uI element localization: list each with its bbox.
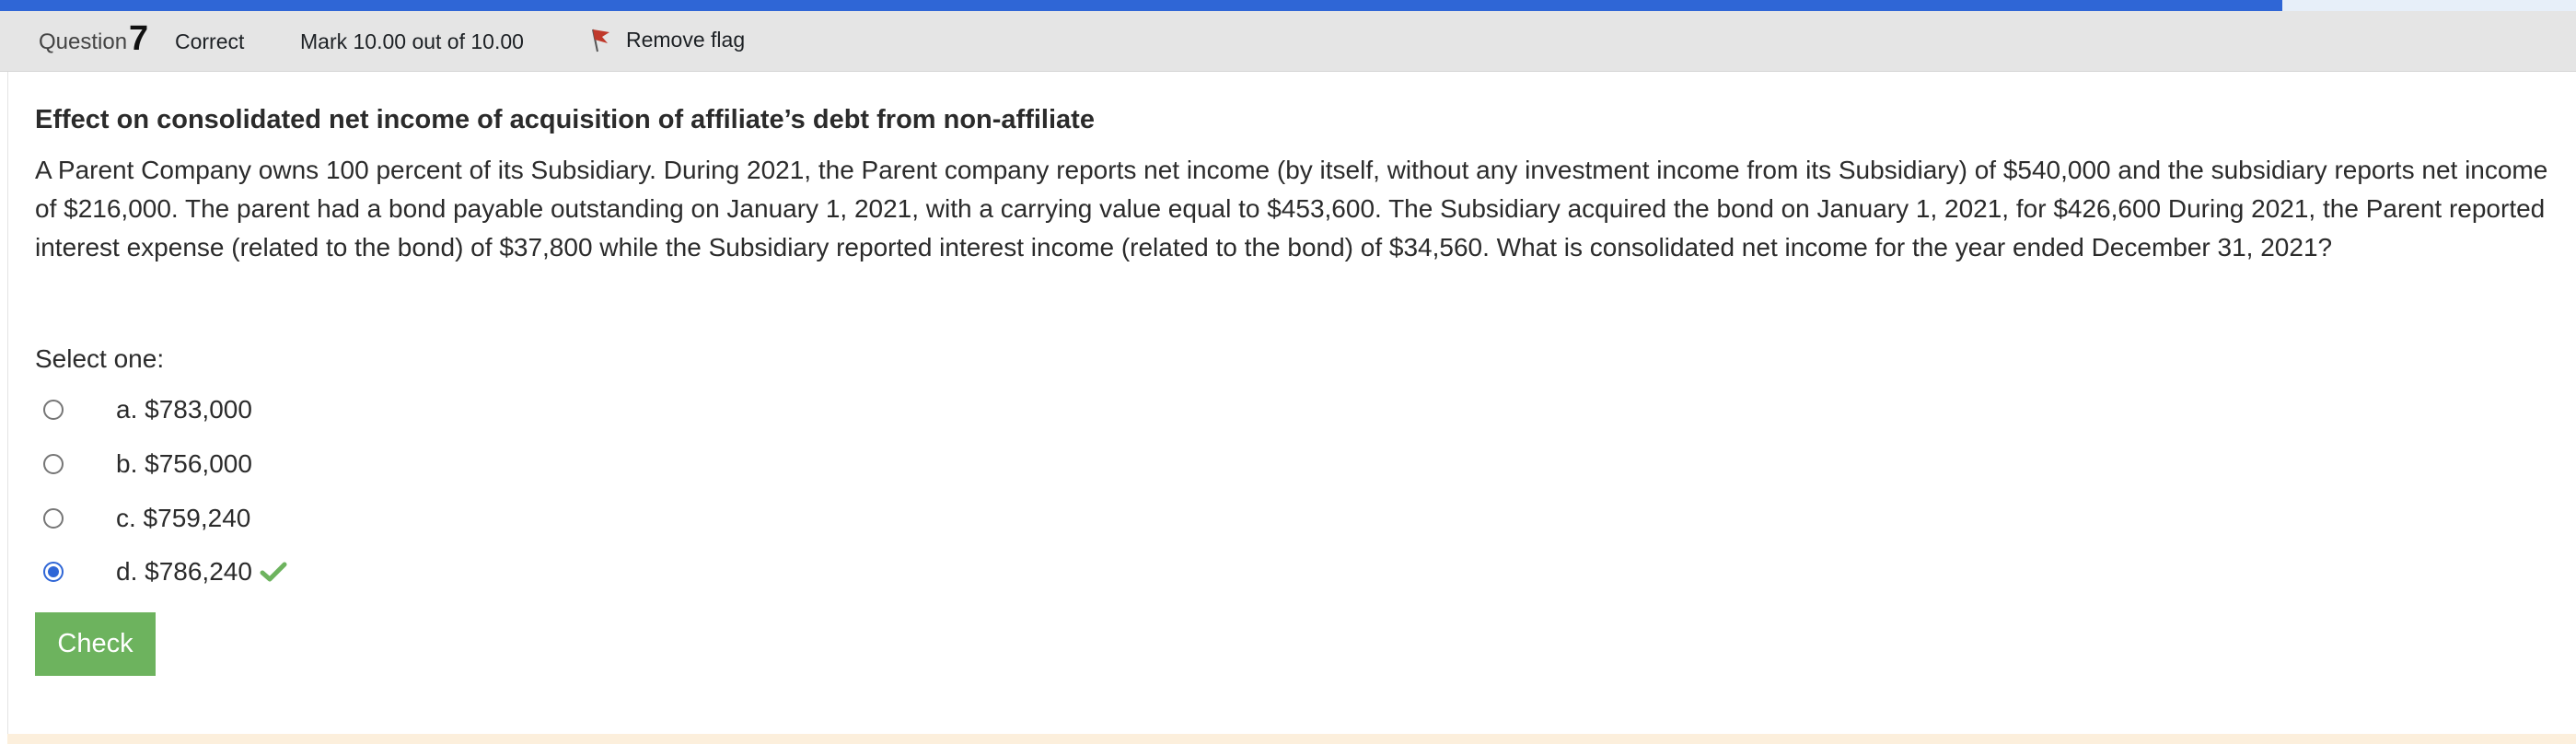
select-one-prompt: Select one:: [35, 344, 165, 373]
answer-d-radio[interactable]: [43, 562, 64, 582]
answer-option-b[interactable]: b. $756,000: [43, 441, 252, 487]
question-text: A Parent Company owns 100 percent of its…: [35, 156, 2548, 262]
answer-option-a[interactable]: a. $783,000: [43, 387, 252, 433]
answer-a-radio[interactable]: [43, 400, 64, 420]
answer-d-label: d. $786,240: [116, 557, 252, 586]
question-grade: Mark 10.00 out of 10.00: [300, 29, 524, 53]
feedback-band: [7, 734, 2576, 744]
check-button[interactable]: Check: [35, 612, 156, 676]
answer-b-radio[interactable]: [43, 454, 64, 474]
progress-bar: [0, 0, 2576, 11]
answer-b-label: b. $756,000: [116, 449, 252, 478]
answer-c-radio[interactable]: [43, 508, 64, 529]
question-label: Question: [39, 29, 128, 54]
answer-option-d[interactable]: d. $786,240: [43, 549, 287, 595]
answer-option-c[interactable]: c. $759,240: [43, 495, 250, 541]
remove-flag-label: Remove flag: [626, 27, 746, 52]
remove-flag-button[interactable]: Remove flag: [589, 26, 745, 53]
question-content: Effect on consolidated net income of acq…: [7, 72, 2576, 734]
answer-c-label: c. $759,240: [116, 504, 251, 532]
flag-icon: [592, 29, 609, 52]
answer-a-label: a. $783,000: [116, 395, 252, 424]
question-title: Effect on consolidated net income of acq…: [35, 105, 1095, 134]
progress-bar-fill: [0, 0, 2283, 11]
question-state: Correct: [175, 29, 245, 53]
checkmark-icon: [260, 562, 287, 582]
question-info-bar: Question 7 Correct Mark 10.00 out of 10.…: [0, 11, 2576, 72]
question-number: 7: [129, 19, 149, 58]
